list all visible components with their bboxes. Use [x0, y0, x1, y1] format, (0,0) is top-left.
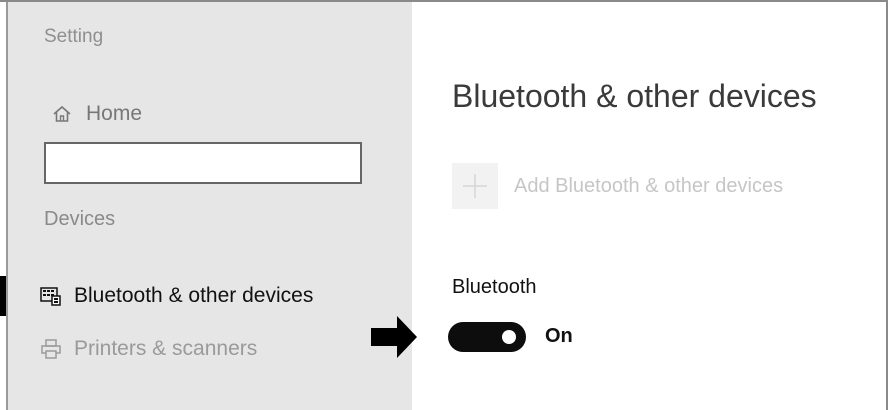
- search-input[interactable]: [44, 142, 362, 184]
- sidebar-item-printers[interactable]: Printers & scanners: [40, 337, 257, 361]
- sidebar-item-home[interactable]: Home: [52, 102, 142, 126]
- arrow-right-icon: [371, 316, 419, 363]
- bluetooth-toggle[interactable]: [448, 322, 526, 352]
- bluetooth-heading: Bluetooth: [452, 276, 537, 298]
- plus-icon: [452, 163, 498, 209]
- add-device-button[interactable]: Add Bluetooth & other devices: [452, 163, 783, 209]
- section-label-devices: Devices: [44, 208, 116, 230]
- home-icon: [52, 104, 72, 124]
- sidebar-item-home-label: Home: [86, 102, 143, 125]
- page-title: Bluetooth & other devices: [452, 78, 817, 114]
- sidebar-item-printers-label: Printers & scanners: [74, 337, 258, 360]
- bluetooth-toggle-state: On: [545, 325, 573, 347]
- add-device-label: Add Bluetooth & other devices: [514, 174, 784, 197]
- keyboard-icon: [40, 286, 62, 306]
- toggle-knob: [502, 330, 516, 344]
- printer-icon: [40, 339, 62, 359]
- selected-indicator: [0, 276, 6, 316]
- app-title: Setting: [44, 26, 104, 47]
- sidebar-item-bluetooth-label: Bluetooth & other devices: [74, 284, 314, 307]
- sidebar-item-bluetooth[interactable]: Bluetooth & other devices: [40, 284, 313, 308]
